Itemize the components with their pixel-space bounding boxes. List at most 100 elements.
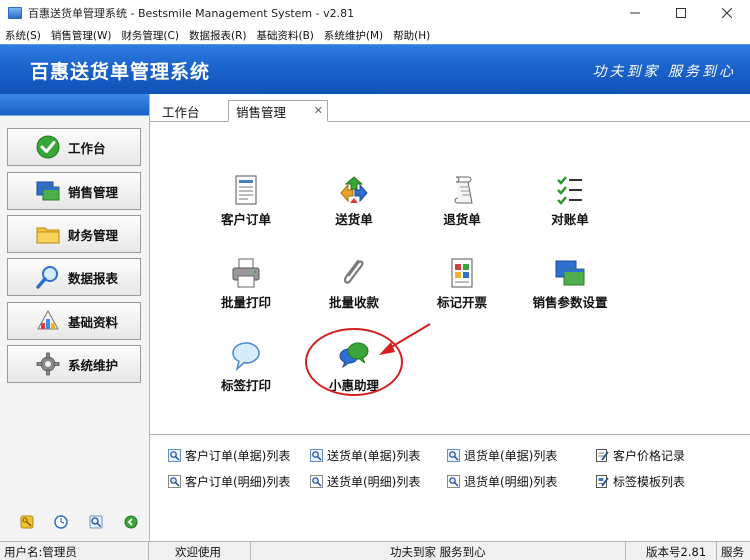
link-customer-order-list[interactable]: 客户订单(单据)列表 [168,447,290,464]
tab-label: 工作台 [162,104,200,120]
status-divider [250,542,251,560]
tab-workspace[interactable]: 工作台 [162,100,200,122]
function-label: 批量打印 [220,295,271,310]
sidebar-item-maintenance[interactable]: 系统维护 [7,345,141,383]
menu-maintenance[interactable]: 系统维护(M) [319,28,388,43]
status-user: 用户名:管理员 [4,545,77,559]
windows-icon [555,260,585,286]
sidebar-header [0,94,149,116]
menu-reports[interactable]: 数据报表(R) [184,28,252,43]
close-icon [722,8,732,18]
sidebar-item-finance[interactable]: 财务管理 [7,215,141,253]
list-search-icon [310,449,323,462]
function-batch-print[interactable]: 批量打印 [201,257,291,311]
red-arrow-annotation [379,323,431,355]
search-icon[interactable] [89,515,103,529]
link-label-template-list[interactable]: 标签模板列表 [596,473,685,490]
clock-icon[interactable] [54,515,68,529]
window-controls [612,0,750,26]
recycle-arrows-icon [340,176,368,203]
link-return-note-detail-list[interactable]: 退货单(明细)列表 [447,473,557,490]
status-version: 版本号2.81 [646,545,707,559]
minimize-button[interactable] [612,0,658,26]
function-return-note[interactable]: 退货单 [417,174,507,228]
sidebar-item-label: 工作台 [68,140,106,156]
function-label: 退货单 [443,212,481,227]
minimize-icon [630,12,640,14]
exit-icon[interactable] [124,515,138,529]
price-edit-icon [596,449,609,462]
status-bar: 用户名:管理员 欢迎使用 功夫到家 服务到心 版本号2.81 服务 [0,541,750,560]
function-label: 送货单 [335,212,373,227]
gear-icon [36,352,60,376]
link-delivery-note-detail-list[interactable]: 送货单(明细)列表 [310,473,420,490]
function-label: 批量收款 [328,295,379,310]
function-mark-invoice[interactable]: 标记开票 [417,257,507,311]
function-label: 标签打印 [220,378,271,393]
sidebar: 工作台 销售管理 财务管理 数据报表 基础资料 系统维护 [0,94,150,541]
menu-basic-data[interactable]: 基础资料(B) [251,28,318,43]
menu-system[interactable]: 系统(S) [0,28,46,43]
banner-slogan: 功夫到家 服务到心 [592,64,736,80]
close-icon[interactable]: ✕ [314,104,323,117]
link-label: 标签模板列表 [613,475,686,489]
sidebar-item-label: 数据报表 [68,270,119,286]
sidebar-item-sales[interactable]: 销售管理 [7,172,141,210]
sales-function-panel: 客户订单 送货单 退货单 对账单 批量打印 批量收款 标记开票 销售参数设置 标… [150,122,750,434]
function-label: 标记开票 [436,295,487,310]
folder-icon [36,227,60,244]
function-label-print[interactable]: 标签打印 [201,340,291,394]
function-batch-receipt[interactable]: 批量收款 [309,257,399,311]
report-links-panel: 客户订单(单据)列表 送货单(单据)列表 退货单(单据)列表 客户价格记录 客户… [150,434,750,541]
sidebar-item-workspace[interactable]: 工作台 [7,128,141,166]
document-form-icon [235,175,257,205]
menu-bar: 系统(S) 销售管理(W) 财务管理(C) 数据报表(R) 基础资料(B) 系统… [0,26,750,44]
link-label: 退货单(明细)列表 [464,475,558,489]
sidebar-item-label: 系统维护 [68,357,119,373]
tab-bar: 工作台 销售管理 ✕ [150,94,750,122]
palette-icon [37,309,59,330]
function-label: 客户订单 [220,212,271,227]
link-return-note-list[interactable]: 退货单(单据)列表 [447,447,557,464]
detail-search-icon [447,475,460,488]
key-icon[interactable] [20,515,34,529]
sidebar-item-reports[interactable]: 数据报表 [7,258,141,296]
link-label: 客户订单(明细)列表 [185,475,291,489]
function-statement[interactable]: 对账单 [525,174,615,228]
app-icon [8,7,22,19]
magnifier-icon [36,266,58,289]
link-label: 送货单(单据)列表 [327,449,421,463]
maximize-icon [676,8,686,18]
link-delivery-note-list[interactable]: 送货单(单据)列表 [310,447,420,464]
status-slogan: 功夫到家 服务到心 [390,545,486,559]
invoice-icon [451,258,473,288]
function-customer-order[interactable]: 客户订单 [201,174,291,228]
menu-sales[interactable]: 销售管理(W) [46,28,117,43]
function-delivery-note[interactable]: 送货单 [309,174,399,228]
green-check-icon [36,135,60,159]
tab-label: 销售管理 [236,104,287,120]
sidebar-item-basic-data[interactable]: 基础资料 [7,302,141,340]
title-bar: 百惠送货单管理系统 - Bestsmile Management System … [0,0,750,26]
sidebar-item-label: 基础资料 [68,314,119,330]
maximize-button[interactable] [658,0,704,26]
scroll-icon [454,176,473,204]
banner: 百惠送货单管理系统 功夫到家 服务到心 [0,44,750,94]
detail-search-icon [168,475,181,488]
speech-bubble-icon [232,342,260,372]
sidebar-toolbar [0,515,150,531]
checklist-icon [557,176,582,205]
menu-finance[interactable]: 财务管理(C) [116,28,184,43]
tab-sales-management[interactable]: 销售管理 ✕ [228,100,328,122]
sidebar-item-label: 财务管理 [68,227,119,243]
function-sales-settings[interactable]: 销售参数设置 [525,257,615,311]
close-button[interactable] [704,0,750,26]
paperclip-icon [343,259,364,284]
function-label: 对账单 [551,212,589,227]
link-customer-order-detail-list[interactable]: 客户订单(明细)列表 [168,473,290,490]
status-service: 服务 [721,545,744,559]
link-customer-price-records[interactable]: 客户价格记录 [596,447,685,464]
menu-help[interactable]: 帮助(H) [388,28,435,43]
link-label: 客户订单(单据)列表 [185,449,291,463]
sidebar-item-label: 销售管理 [68,184,119,200]
